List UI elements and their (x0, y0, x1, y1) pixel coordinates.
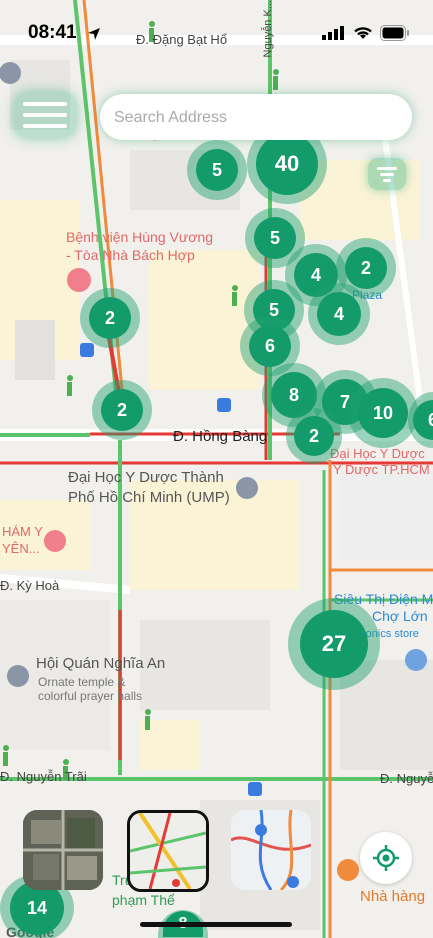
cluster-count: 10 (358, 388, 408, 438)
cluster-count: 5 (196, 149, 238, 191)
cluster-count: 2 (345, 247, 387, 289)
hospital-label: - Tòa Nhà Bách Hợp (66, 247, 195, 263)
status-time: 08:41 (28, 22, 77, 43)
filter-button[interactable] (368, 158, 406, 190)
menu-button[interactable] (14, 92, 76, 138)
poi-label: HÁM Y (2, 524, 43, 539)
status-bar: 08:41 (0, 0, 433, 64)
traffic-thumbnail-icon (130, 813, 206, 889)
street-label: Đ. Nguyễ (380, 771, 433, 786)
filter-line (380, 173, 394, 176)
street-label: Đ. Hồng Bàng (173, 428, 268, 445)
university-label: Phố Hồ Chí Minh (UMP) (68, 489, 230, 506)
marker-cluster[interactable]: 4 (308, 283, 370, 345)
street-label: Đ. Kỳ Hoà (0, 578, 60, 593)
satellite-thumbnail-icon (23, 810, 103, 890)
university-label: Đại Học Y Dược Thành (68, 469, 224, 486)
signal-icon (322, 26, 344, 40)
hospital-label: Bệnh viện Hùng Vương (66, 229, 213, 245)
cluster-count: 40 (256, 133, 318, 195)
street-label: Đ. Nguyễn Trãi (0, 769, 87, 784)
my-location-button[interactable] (360, 832, 412, 884)
menu-bar (23, 102, 67, 106)
cluster-count: 4 (317, 292, 361, 336)
marker-cluster[interactable]: 10 (348, 378, 418, 448)
menu-bar (23, 124, 67, 128)
cluster-count: 2 (89, 297, 131, 339)
medical-label: Đại Học Y Dược (330, 446, 425, 461)
cluster-count: 27 (300, 610, 368, 678)
medical-label: Y Dược TP.HCM (333, 462, 430, 477)
temple-label: colorful prayer halls (38, 689, 143, 703)
menu-bar (23, 113, 67, 117)
wifi-icon (354, 27, 372, 39)
search-bar[interactable] (100, 94, 412, 142)
temple-label: Ornate temple & (38, 675, 126, 689)
transit-thumbnail-icon (231, 810, 311, 890)
cluster-count: 2 (101, 389, 143, 431)
marker-cluster[interactable]: 2 (92, 380, 152, 440)
map-type-traffic[interactable] (127, 810, 209, 892)
map-type-transit[interactable] (231, 810, 311, 890)
location-arrow-icon (88, 28, 100, 40)
cluster-count: 5 (254, 217, 296, 259)
marker-cluster[interactable]: 27 (288, 598, 380, 690)
marker-cluster[interactable]: 2 (80, 288, 140, 348)
map-type-satellite[interactable] (23, 810, 103, 890)
marker-cluster[interactable]: 5 (187, 140, 247, 200)
crosshair-icon (373, 845, 399, 871)
filter-line (383, 179, 391, 182)
battery-icon (380, 25, 409, 41)
poi-label: YÊN... (2, 541, 40, 556)
cluster-count: 2 (294, 416, 334, 456)
search-input[interactable] (100, 94, 396, 142)
filter-line (377, 167, 397, 170)
cluster-count: 6 (249, 325, 291, 367)
home-indicator (140, 922, 292, 927)
restaurant-label: Nhà hàng (360, 888, 426, 905)
school-label: phạm Thể (112, 892, 175, 908)
marker-cluster[interactable]: 2 (286, 408, 342, 464)
cluster-count: 6 (413, 400, 433, 440)
temple-label: Hội Quán Nghĩa An (36, 655, 166, 672)
store-label: Chợ Lớn (372, 608, 428, 624)
